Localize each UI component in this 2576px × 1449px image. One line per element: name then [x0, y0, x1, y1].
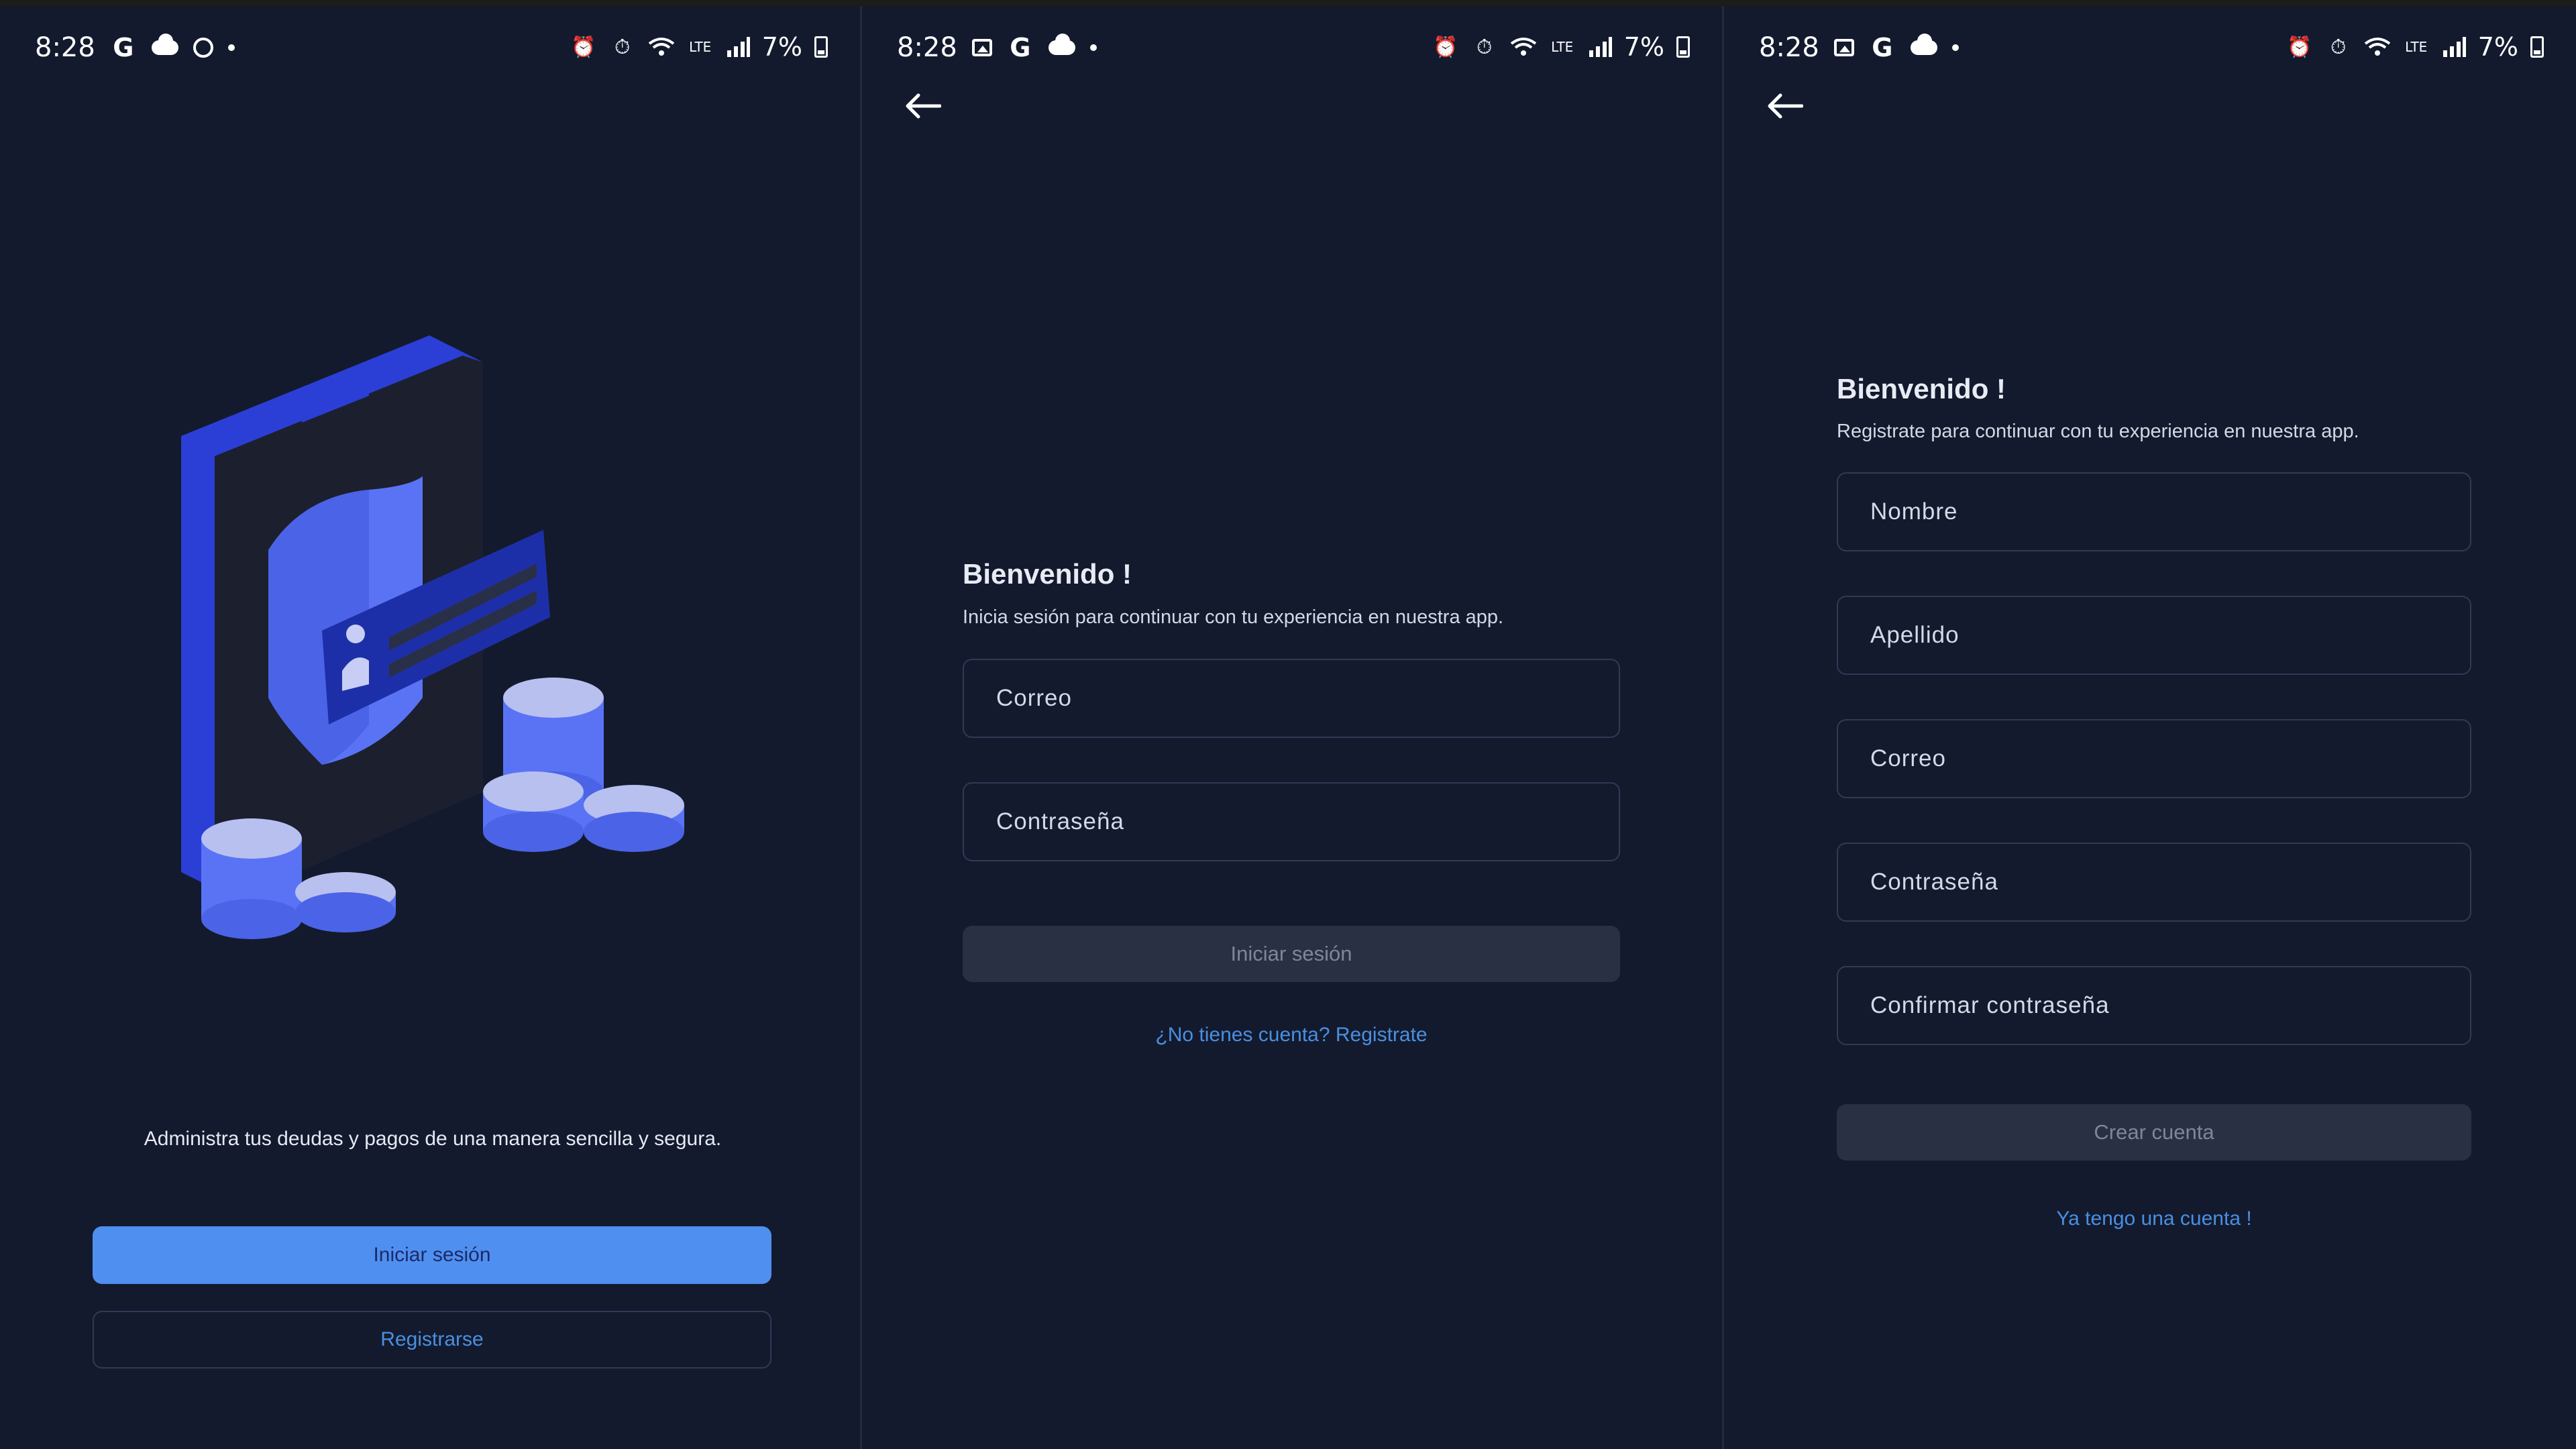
wifi-icon [1510, 38, 1536, 56]
signal-icon [1589, 37, 1612, 57]
security-wallet-illustration [181, 335, 684, 939]
register-subtitle: Registrate para continuar con tu experie… [1837, 421, 2359, 442]
google-icon: G [113, 33, 134, 62]
image-icon [1833, 39, 1854, 56]
battery-icon [1676, 36, 1690, 58]
alarm-clock-icon: ⏰ [2287, 35, 2312, 59]
login-subtitle: Inicia sesión para continuar con tu expe… [963, 606, 1504, 628]
back-arrow-icon[interactable] [902, 86, 943, 126]
cloud-icon [151, 34, 178, 55]
alarm-clock-icon: ⏰ [571, 35, 596, 59]
whatsapp-icon [193, 38, 213, 58]
google-icon: G [1010, 33, 1031, 62]
image-icon [971, 39, 992, 56]
wifi-icon [648, 38, 674, 56]
login-title: Bienvenido ! [963, 558, 1132, 590]
wifi-icon [2364, 38, 2390, 56]
status-time: 8:28 [897, 32, 957, 63]
password-field[interactable]: Contraseña [963, 782, 1620, 861]
dot-icon [1951, 44, 1959, 51]
battery-percent: 7% [1623, 32, 1664, 62]
first-name-field[interactable]: Nombre [1837, 472, 2471, 551]
lte-icon: LTE [1551, 39, 1574, 55]
status-bar: 8:28 G ⏰ ⏱ LTE 7% [0, 27, 860, 74]
welcome-screen: 8:28 G ⏰ ⏱ LTE 7% Administra tus deudas … [0, 7, 860, 1449]
email-field[interactable]: Correo [963, 659, 1620, 738]
window-top-border [0, 0, 2576, 7]
lte-icon: LTE [2405, 39, 2428, 55]
last-name-field[interactable]: Apellido [1837, 596, 2471, 675]
password-field[interactable]: Contraseña [1837, 843, 2471, 922]
status-bar: 8:28 G ⏰ ⏱ LTE 7% [1724, 27, 2576, 74]
submit-login-button[interactable]: Iniciar sesión [963, 926, 1620, 982]
battery-percent: 7% [2477, 32, 2518, 62]
alarm-clock-icon: ⏰ [1433, 35, 1458, 59]
cloud-icon [1048, 34, 1075, 55]
register-link[interactable]: ¿No tienes cuenta? Registrate [963, 1024, 1620, 1046]
status-time: 8:28 [1759, 32, 1819, 63]
cloud-icon [1910, 34, 1937, 55]
login-link[interactable]: Ya tengo una cuenta ! [1837, 1208, 2471, 1230]
signal-icon [2443, 37, 2466, 57]
dot-icon [1089, 44, 1097, 51]
back-arrow-icon[interactable] [1764, 86, 1805, 126]
battery-icon [2530, 36, 2544, 58]
dot-icon [227, 44, 235, 51]
welcome-tagline: Administra tus deudas y pagos de una man… [144, 1128, 722, 1150]
login-screen: 8:28 G ⏰ ⏱ LTE 7% Bienvenido ! Inicia se… [862, 7, 1722, 1449]
create-account-button[interactable]: Crear cuenta [1837, 1104, 2471, 1161]
confirm-password-field[interactable]: Confirmar contraseña [1837, 966, 2471, 1045]
alarm-icon: ⏱ [614, 35, 631, 59]
google-icon: G [1872, 33, 1893, 62]
battery-percent: 7% [761, 32, 802, 62]
battery-icon [814, 36, 828, 58]
login-button[interactable]: Iniciar sesión [93, 1226, 771, 1284]
email-field[interactable]: Correo [1837, 719, 2471, 798]
lte-icon: LTE [689, 39, 712, 55]
register-screen: 8:28 G ⏰ ⏱ LTE 7% Bienvenido ! Registrat… [1724, 7, 2576, 1449]
status-time: 8:28 [35, 32, 95, 63]
register-title: Bienvenido ! [1837, 373, 2006, 405]
register-button[interactable]: Registrarse [93, 1311, 771, 1368]
status-bar: 8:28 G ⏰ ⏱ LTE 7% [862, 27, 1722, 74]
alarm-icon: ⏱ [2330, 35, 2347, 59]
alarm-icon: ⏱ [1477, 35, 1493, 59]
signal-icon [727, 37, 750, 57]
